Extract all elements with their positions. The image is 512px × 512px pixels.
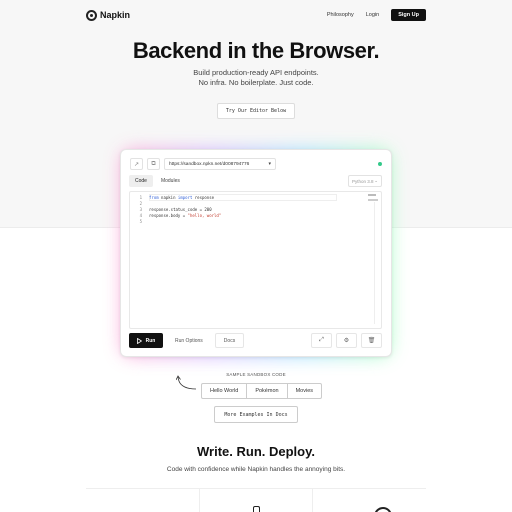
copy-icon: ⧉ xyxy=(151,160,156,167)
sample-pokemon-button[interactable]: Pokémon xyxy=(246,383,288,399)
samples-label: SAMPLE SANDBOX CODE xyxy=(226,372,286,377)
copy-button[interactable]: ⧉ xyxy=(147,158,160,170)
chevron-down-icon: ▾ xyxy=(268,161,271,167)
tab-modules[interactable]: Modules xyxy=(155,175,186,187)
hero-title: Backend in the Browser. xyxy=(132,38,380,63)
try-editor-button[interactable]: Try Our Editor Below xyxy=(217,103,295,119)
gear-icon: ⚙ xyxy=(343,338,350,344)
code-editor: ↗ ⧉ https://sandbox.npkn.net/d008794776 … xyxy=(120,149,392,357)
feature-divider xyxy=(312,488,313,512)
hero-subtitle-line-1: Build production-ready API endpoints. xyxy=(193,68,319,77)
code-text: from napkin import response xyxy=(149,194,215,200)
section-title: Write. Run. Deploy. xyxy=(197,444,315,459)
sample-hello-world-button[interactable]: Hello World xyxy=(201,383,248,399)
sample-buttons: Hello World Pokémon Movies xyxy=(201,383,322,399)
editor-tabs: Code Modules xyxy=(129,175,186,187)
line-number: 1 xyxy=(139,194,142,200)
logo-text: Napkin xyxy=(100,10,131,20)
expand-icon: ⤢ xyxy=(319,337,324,343)
more-examples-button[interactable]: More Examples In Docs xyxy=(214,406,298,423)
line-number: 3 xyxy=(139,206,142,212)
hero-subtitle-line-2: No infra. No boilerplate. Just code. xyxy=(198,78,314,87)
signup-button[interactable]: Sign Up xyxy=(391,9,426,21)
trash-icon: 🗑 xyxy=(367,338,376,344)
tab-code[interactable]: Code xyxy=(129,175,153,187)
language-select-value: Python 3.8 xyxy=(352,178,374,184)
language-select[interactable]: Python 3.8 ⌄ xyxy=(348,175,382,187)
curved-arrow-icon xyxy=(176,375,197,390)
logo[interactable]: Napkin xyxy=(86,9,131,21)
section-subtitle: Code with confidence while Napkin handle… xyxy=(166,466,346,473)
run-button[interactable]: Run xyxy=(129,333,163,348)
code-area[interactable]: 1 from napkin import response 2 3 response.s… xyxy=(129,191,382,329)
code-text: response.status_code = 200 xyxy=(149,206,212,212)
line-number: 5 xyxy=(139,218,142,224)
fullscreen-button[interactable]: ⤢ xyxy=(311,333,332,348)
feature-icon xyxy=(253,506,260,512)
code-text: response.body = "hello, world" xyxy=(149,212,222,218)
feature-divider xyxy=(199,488,200,512)
editor-scrollbar[interactable] xyxy=(374,202,377,324)
status-indicator xyxy=(378,162,382,166)
run-label: Run xyxy=(145,337,156,344)
editor-actions: Run Run Options Docs ⤢ ⚙ 🗑 xyxy=(129,333,382,348)
sample-movies-button[interactable]: Movies xyxy=(286,383,322,399)
minimap xyxy=(368,192,378,201)
sandbox-url-field[interactable]: https://sandbox.npkn.net/d008794776 ▾ xyxy=(164,158,276,170)
nav-links: Philosophy Login Sign Up xyxy=(327,9,426,21)
play-icon xyxy=(136,337,142,344)
napkin-logo-icon xyxy=(86,9,97,21)
line-number: 4 xyxy=(139,212,142,218)
editor-toolbar: ↗ ⧉ https://sandbox.npkn.net/d008794776 … xyxy=(130,158,382,170)
run-options-button[interactable]: Run Options xyxy=(167,333,211,348)
top-nav: Napkin Philosophy Login Sign Up xyxy=(86,8,426,22)
share-button[interactable]: ↗ xyxy=(130,158,143,170)
line-number: 2 xyxy=(139,200,142,206)
delete-button[interactable]: 🗑 xyxy=(361,333,382,348)
share-icon: ↗ xyxy=(133,161,140,168)
settings-button[interactable]: ⚙ xyxy=(336,333,357,348)
code-line: 5 xyxy=(130,218,149,224)
nav-link-login[interactable]: Login xyxy=(366,12,379,18)
sandbox-url-text: https://sandbox.npkn.net/d008794776 xyxy=(169,161,250,167)
chevron-down-icon: ⌄ xyxy=(374,178,378,183)
docs-button[interactable]: Docs xyxy=(214,333,245,348)
nav-link-philosophy[interactable]: Philosophy xyxy=(327,12,354,18)
